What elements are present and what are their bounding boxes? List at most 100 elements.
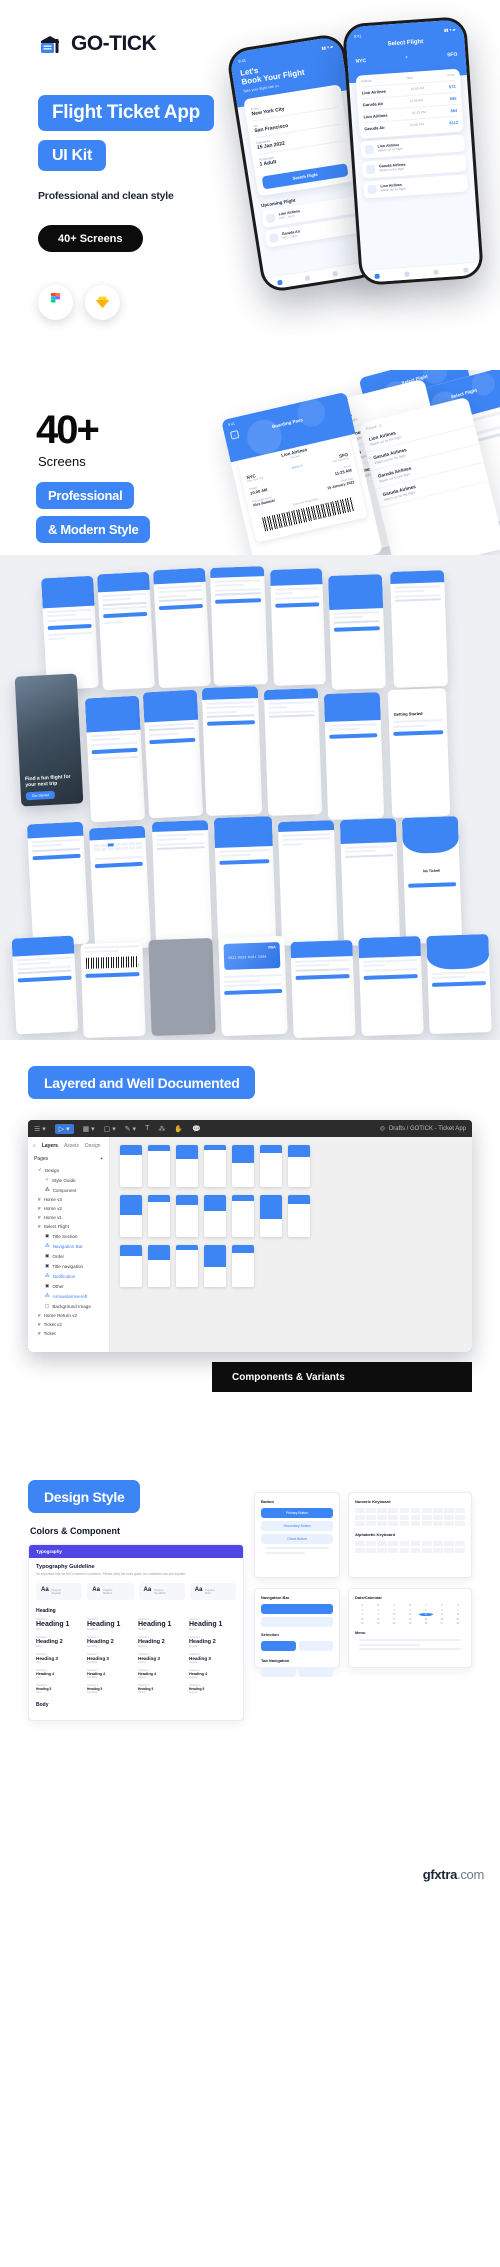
layer-item[interactable]: ▣ Order	[28, 1251, 109, 1261]
numeric-keyboard[interactable]	[355, 1508, 465, 1526]
status-time: 9:41	[237, 57, 247, 64]
canvas-frame[interactable]	[148, 1195, 170, 1237]
search-icon[interactable]: ⌕	[33, 1143, 36, 1149]
layer-item[interactable]: # Select Flight	[28, 1222, 109, 1231]
frame-icon: #	[38, 1197, 41, 1202]
layer-item[interactable]: # Ticket	[28, 1329, 109, 1338]
comment-icon[interactable]: 💬	[192, 1125, 201, 1133]
component-card-numeric-keyboard: Numeric Keyboard Alphabetic Keyboard	[348, 1492, 472, 1578]
tab-chip[interactable]	[261, 1667, 296, 1677]
cursor-icon[interactable]: ▷ ▾	[54, 1123, 74, 1134]
colors-component-subtitle: Colors & Component	[30, 1526, 120, 1536]
frame-icon: #	[38, 1206, 41, 1211]
layer-item[interactable]: ▣ Other	[28, 1281, 109, 1291]
canvas-frame[interactable]	[260, 1195, 282, 1237]
layer-item[interactable]: ⁂ Notification	[28, 1271, 109, 1281]
canvas-frame[interactable]	[176, 1195, 198, 1237]
canvas-frame[interactable]	[148, 1245, 170, 1287]
canvas-frame[interactable]	[204, 1145, 226, 1187]
nav-bar-sample[interactable]	[261, 1604, 333, 1614]
style-icon: ✧	[45, 1177, 49, 1182]
layer-item[interactable]: ▣ Title navigation	[28, 1261, 109, 1271]
screens-badge: 40+ Screens	[38, 225, 143, 252]
layer-item[interactable]: # Home Return v2	[28, 1311, 109, 1320]
layer-item[interactable]: ⁂ Navigation Bar	[28, 1241, 109, 1251]
canvas-frame[interactable]	[232, 1195, 254, 1237]
layer-item[interactable]: ⁂ Arrows/arrow-left	[28, 1291, 109, 1301]
tab-layers[interactable]: Layers	[42, 1143, 58, 1149]
canvas-frame[interactable]	[204, 1245, 226, 1287]
page-item[interactable]: ⁂ Component	[28, 1185, 109, 1195]
primary-button[interactable]: Primary Button	[261, 1508, 333, 1518]
pill-modern-style: & Modern Style	[36, 516, 151, 543]
grid-screen	[269, 568, 327, 686]
menu-icon[interactable]: ☰ ▾	[34, 1125, 46, 1133]
page-item[interactable]: ✧ Style Guide	[28, 1175, 109, 1185]
layer-item[interactable]: # Home v1	[28, 1213, 109, 1222]
tab-chip[interactable]	[298, 1667, 333, 1677]
canvas-frame[interactable]	[204, 1195, 226, 1237]
grid-screen	[323, 692, 385, 820]
canvas-frame[interactable]	[232, 1245, 254, 1287]
frame-icon: #	[38, 1313, 41, 1318]
canvas-frame[interactable]	[120, 1245, 142, 1287]
grid-screen	[152, 567, 212, 689]
pen-icon[interactable]: ✎ ▾	[125, 1125, 136, 1133]
grid-screen	[201, 686, 263, 816]
layer-item[interactable]: # Home v3	[28, 1195, 109, 1204]
canvas-frame[interactable]	[288, 1195, 310, 1237]
canvas-frame[interactable]	[120, 1145, 142, 1187]
layer-item[interactable]: # Ticket v2	[28, 1320, 109, 1329]
canvas-frame[interactable]	[120, 1195, 142, 1237]
layer-item[interactable]: # Home v2	[28, 1204, 109, 1213]
card-number: 3822 8283 8281 2386	[227, 954, 267, 960]
shape-icon[interactable]: ▢ ▾	[104, 1125, 116, 1133]
alphabet-section-label: Alphabetic Keyboard	[355, 1532, 396, 1537]
hero-tagline: Professional and clean style	[38, 190, 174, 202]
figma-canvas[interactable]	[110, 1137, 472, 1352]
design-style-section: Design Style Colors & Component Typograp…	[0, 1470, 500, 1890]
grid-screen	[426, 933, 492, 1035]
layer-item[interactable]: ▢ Background Image	[28, 1301, 109, 1311]
secondary-button[interactable]: Secondary Button	[261, 1521, 333, 1531]
grid-screen	[339, 818, 401, 946]
selection-section-label: Selection	[261, 1632, 279, 1637]
text-icon[interactable]: T	[145, 1125, 149, 1132]
screens-showcase-section: 40+ Screens Professional & Modern Style …	[0, 370, 500, 555]
frame-icon: #	[38, 1331, 41, 1336]
canvas-frame[interactable]	[232, 1145, 254, 1187]
selection-chip[interactable]	[261, 1641, 296, 1651]
hand-icon[interactable]: ✋	[174, 1125, 183, 1133]
grid-screen	[151, 820, 213, 946]
calendar-section-label: Date/Calendar	[355, 1595, 382, 1600]
alphabetic-keyboard[interactable]	[355, 1541, 465, 1553]
no-ticket-label: No Ticket!	[422, 868, 441, 874]
grid-screen	[142, 689, 204, 819]
page-item[interactable]: ✓ Design	[28, 1165, 109, 1175]
ghost-button[interactable]: Ghost Button	[261, 1534, 333, 1544]
tab-design[interactable]: Design	[85, 1143, 101, 1149]
layer-item[interactable]: ▣ Title Section	[28, 1231, 109, 1241]
frame-icon[interactable]: ▦ ▾	[83, 1125, 95, 1133]
canvas-frame[interactable]	[288, 1145, 310, 1187]
font-sample: Aa Poppins Medium	[87, 1582, 134, 1600]
canvas-frame[interactable]	[148, 1145, 170, 1187]
nav-bar-sample[interactable]	[261, 1617, 333, 1627]
canvas-frame[interactable]	[260, 1145, 282, 1187]
canvas-frame[interactable]	[176, 1145, 198, 1187]
component-icon[interactable]: ⁂	[158, 1125, 165, 1133]
calendar-widget[interactable]: SMTWTFS 1234567 8 9 10 11 12 13 14 15 16 17 18 19 2…	[355, 1604, 465, 1625]
hero-subtitle: UI Kit	[38, 140, 106, 171]
layered-banner: Layered and Well Documented	[28, 1066, 256, 1099]
grid-screen	[389, 570, 449, 688]
figma-panel-tabs[interactable]: ⌕ Layers Assets Design	[28, 1141, 109, 1153]
canvas-frame[interactable]	[176, 1245, 198, 1287]
tab-assets[interactable]: Assets	[64, 1143, 79, 1149]
add-page-icon[interactable]: +	[100, 1156, 103, 1162]
keyboard-section-label: Numeric Keyboard	[355, 1499, 391, 1504]
body-label: Body	[36, 1701, 49, 1708]
selection-chip[interactable]	[298, 1641, 333, 1651]
heading-label: Heading	[36, 1607, 56, 1614]
group-icon: ▣	[45, 1263, 50, 1268]
screens-count: 40+	[36, 408, 100, 452]
